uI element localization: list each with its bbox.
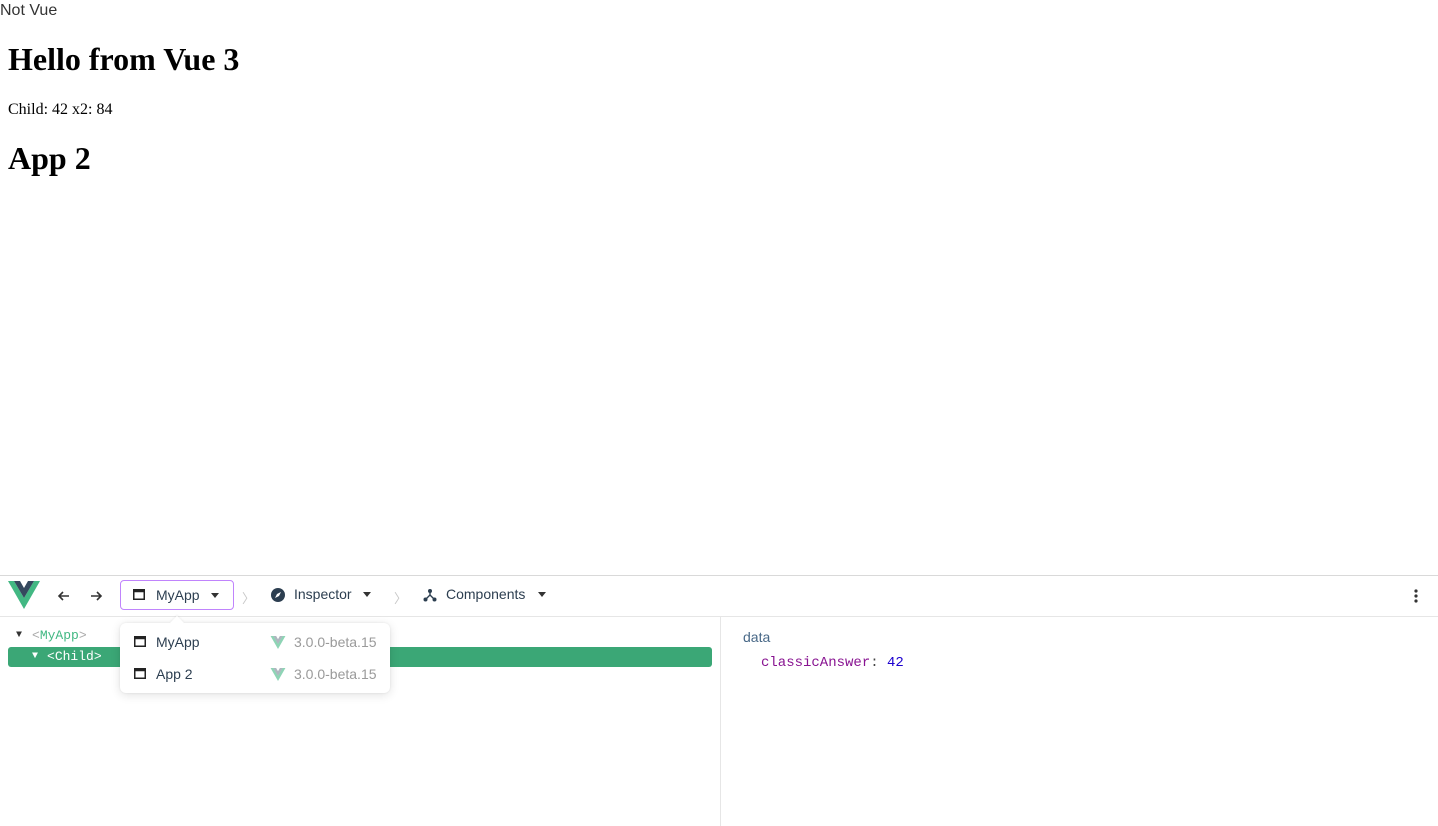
tree-node-tag: <Child> bbox=[47, 649, 102, 664]
app2-heading: App 2 bbox=[8, 140, 91, 176]
dropdown-item-name: App 2 bbox=[156, 666, 193, 682]
window-icon bbox=[133, 589, 145, 600]
state-row[interactable]: classicAnswer: 42 bbox=[761, 655, 904, 671]
collapse-arrow-icon[interactable]: ▼ bbox=[32, 651, 38, 662]
dropdown-item-version: 3.0.0-beta.15 bbox=[294, 634, 377, 650]
app-selector-dropdown: MyApp 3.0.0-beta.15 App 2 3.0.0-beta.15 bbox=[120, 623, 390, 693]
app-selector-label: MyApp bbox=[156, 587, 200, 603]
vue-logo-icon bbox=[270, 668, 286, 681]
breadcrumb-separator: 〉 bbox=[394, 591, 408, 606]
dropdown-item-app2[interactable]: App 2 3.0.0-beta.15 bbox=[120, 657, 390, 689]
caret-down-icon bbox=[211, 593, 219, 598]
breadcrumb-separator: 〉 bbox=[242, 591, 256, 606]
child-output: Child: 42 x2: 84 bbox=[8, 101, 113, 118]
caret-down-icon bbox=[538, 592, 546, 597]
inspector-selector-label: Inspector bbox=[294, 586, 352, 602]
devtools-toolbar: MyApp 〉 Inspector 〉 Components bbox=[0, 576, 1438, 617]
inspector-selector-button[interactable]: Inspector bbox=[268, 580, 380, 610]
window-icon bbox=[134, 668, 146, 679]
hello-heading: Hello from Vue 3 bbox=[8, 41, 240, 77]
dropdown-item-name: MyApp bbox=[156, 634, 200, 650]
vue-logo-icon bbox=[270, 636, 286, 649]
caret-down-icon bbox=[363, 592, 371, 597]
vue-logo-icon[interactable] bbox=[8, 581, 40, 609]
state-section-title: data bbox=[743, 629, 771, 645]
arrow-right-icon bbox=[91, 591, 103, 601]
collapse-arrow-icon[interactable]: ▼ bbox=[16, 630, 22, 641]
not-vue-text: Not Vue bbox=[0, 2, 58, 19]
vue-devtools-panel: MyApp 〉 Inspector 〉 Components ▼ <MyApp>… bbox=[0, 575, 1438, 826]
state-key: classicAnswer bbox=[761, 655, 871, 671]
components-selector-button[interactable]: Components bbox=[420, 580, 555, 610]
state-value: 42 bbox=[887, 655, 904, 671]
dropdown-item-myapp[interactable]: MyApp 3.0.0-beta.15 bbox=[120, 625, 390, 657]
tree-node-tag: <MyApp> bbox=[32, 628, 87, 643]
back-button[interactable] bbox=[54, 586, 74, 606]
component-tree-icon bbox=[423, 589, 437, 602]
components-selector-label: Components bbox=[446, 586, 526, 602]
window-icon bbox=[134, 636, 146, 647]
component-state-inspector: data classicAnswer: 42 bbox=[721, 617, 1438, 826]
app-selector-button[interactable]: MyApp bbox=[120, 580, 234, 610]
more-options-icon[interactable] bbox=[1408, 586, 1424, 606]
dropdown-item-version: 3.0.0-beta.15 bbox=[294, 666, 377, 682]
app-page: Not Vue Hello from Vue 3 Child: 42 x2: 8… bbox=[0, 0, 1438, 575]
forward-button[interactable] bbox=[86, 586, 106, 606]
compass-icon bbox=[271, 588, 285, 602]
arrow-left-icon bbox=[57, 591, 69, 601]
